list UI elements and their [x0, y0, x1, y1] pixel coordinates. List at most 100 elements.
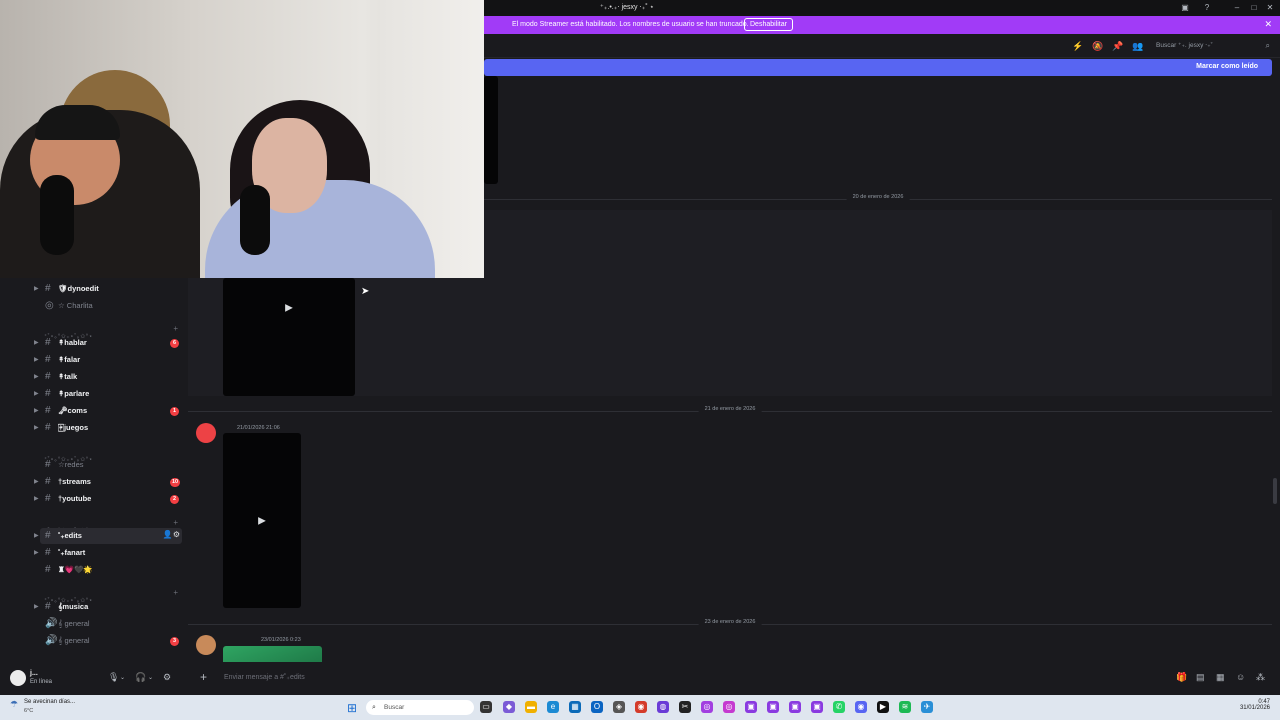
maximize-button[interactable]: □: [1248, 2, 1260, 14]
channel-falar[interactable]: ▶ # ↟falar: [0, 352, 188, 368]
app-icon[interactable]: ◈: [613, 701, 625, 713]
channel-redes[interactable]: # ☆redes: [0, 457, 188, 473]
video-attachment[interactable]: [484, 76, 498, 184]
avatar[interactable]: [196, 423, 216, 443]
text-channel-icon: #: [45, 337, 51, 348]
channel-fanart[interactable]: ▶ # ˚₊fanart: [0, 545, 188, 561]
add-channel-icon[interactable]: +: [173, 518, 178, 527]
copilot-icon[interactable]: ◆: [503, 701, 515, 713]
start-button-icon[interactable]: ⊞: [347, 701, 357, 715]
edge-icon[interactable]: e: [547, 701, 559, 713]
app-icon[interactable]: ◎: [701, 701, 713, 713]
threads-icon[interactable]: ⚡: [1072, 40, 1084, 52]
obs-icon[interactable]: ▣: [811, 701, 823, 713]
channel-talk[interactable]: ▶ # ↟talk: [0, 369, 188, 385]
system-clock[interactable]: 0:47 31/01/2026: [1240, 699, 1270, 711]
message-composer: + Enviar mensaje a #˚₊edits 🎁 ▤ ▦ ☺ ⁂: [188, 662, 1280, 695]
app-icon[interactable]: ◍: [657, 701, 669, 713]
collapse-arrow-icon: ▶: [34, 550, 39, 556]
microphone-icon[interactable]: 🎙: [108, 672, 119, 683]
channel-dynoedit[interactable]: ▶ # 🛡︎dynoedit: [0, 281, 188, 297]
member-list-icon[interactable]: 👥: [1132, 40, 1144, 52]
channel-name: ♜💗🖤🌟: [58, 565, 93, 574]
notification-bell-icon[interactable]: 🔕: [1092, 40, 1104, 52]
inbox-icon[interactable]: ▣: [1179, 2, 1191, 14]
obs-icon[interactable]: ▣: [767, 701, 779, 713]
taskbar-search-input[interactable]: ⌕ Buscar: [366, 700, 474, 715]
channel-edits[interactable]: # ˚₊edits 👤⚙: [40, 528, 182, 544]
voice-channel-general-2[interactable]: 🔊 𝄞 general 3: [0, 633, 188, 649]
minimize-button[interactable]: –: [1231, 2, 1243, 14]
channel-name: 🀄︎juegos: [58, 423, 89, 432]
search-input[interactable]: Buscar ⁺₊. jesxy ‧₊˚ ⌕: [1152, 39, 1272, 53]
text-channel-icon: #: [45, 405, 51, 416]
play-icon[interactable]: ▶: [285, 303, 293, 314]
channel-name: ☆ Charlita: [58, 301, 93, 310]
obs-icon[interactable]: ▣: [745, 701, 757, 713]
channel-juegos[interactable]: ▶ # 🀄︎juegos: [0, 420, 188, 436]
avatar[interactable]: [10, 670, 26, 686]
store-icon[interactable]: ▦: [569, 701, 581, 713]
add-attachment-icon[interactable]: +: [200, 670, 207, 684]
text-channel-icon: #: [45, 459, 51, 470]
message-input[interactable]: Enviar mensaje a #˚₊edits: [224, 673, 305, 681]
emoji-icon[interactable]: ☺: [1236, 672, 1245, 682]
discord-icon[interactable]: ◉: [855, 701, 867, 713]
task-view-icon[interactable]: ▭: [480, 701, 492, 713]
channel-coms[interactable]: ▶ # 🗝︎coms 1: [0, 403, 188, 419]
whatsapp-icon[interactable]: ✆: [833, 701, 845, 713]
mark-as-read-button[interactable]: Marcar como leído: [1196, 63, 1258, 70]
new-messages-bar[interactable]: Marcar como leído: [484, 59, 1272, 76]
headphones-icon[interactable]: 🎧: [135, 672, 146, 683]
pin-icon[interactable]: 📌: [1112, 40, 1124, 52]
media-player-icon[interactable]: ▶: [877, 701, 889, 713]
channel-musica[interactable]: ▶ # 𝄞musica: [0, 599, 188, 615]
obs-icon[interactable]: ▣: [789, 701, 801, 713]
channel-streams[interactable]: ▶ # †streams 10: [0, 474, 188, 490]
weather-temperature: 6°C: [24, 708, 34, 714]
video-attachment[interactable]: ▶: [223, 433, 301, 608]
weather-title: Se avecinan días...: [24, 699, 76, 705]
apps-icon[interactable]: ⁂: [1256, 672, 1265, 683]
collapse-arrow-icon: ▶: [34, 340, 39, 346]
voice-channel-general[interactable]: 🔊 𝄞 general: [0, 616, 188, 632]
close-banner-icon[interactable]: ✕: [1264, 19, 1272, 30]
disable-streamer-button[interactable]: Deshabilitar: [744, 18, 793, 31]
channel-emoji[interactable]: # ♜💗🖤🌟: [0, 562, 188, 578]
play-icon[interactable]: ▶: [258, 515, 266, 526]
channel-name: 🗝︎coms: [58, 406, 88, 415]
gift-icon[interactable]: 🎁: [1176, 672, 1187, 683]
channel-settings-icons[interactable]: 👤⚙: [163, 530, 180, 539]
speaker-icon: 🔊: [45, 635, 58, 646]
chat-scrollbar[interactable]: [1273, 478, 1277, 504]
video-attachment[interactable]: ▶: [223, 278, 355, 396]
chevron-down-icon[interactable]: ⌄: [148, 674, 153, 681]
avatar[interactable]: [196, 635, 216, 655]
help-icon[interactable]: ?: [1201, 2, 1213, 14]
add-channel-icon[interactable]: +: [173, 324, 178, 333]
outlook-icon[interactable]: O: [591, 701, 603, 713]
date-divider: 23 de enero de 2026: [188, 619, 1272, 629]
app-icon[interactable]: ◎: [723, 701, 735, 713]
voice-channel-charlita[interactable]: ◎ ☆ Charlita: [0, 298, 188, 314]
channel-name: ˚₊edits: [58, 531, 82, 540]
channel-parlare[interactable]: ▶ # ↟parlare: [0, 386, 188, 402]
close-window-button[interactable]: ✕: [1264, 2, 1276, 14]
sticker-icon[interactable]: ▦: [1216, 672, 1225, 683]
file-explorer-icon[interactable]: ▬: [525, 701, 537, 713]
spotify-icon[interactable]: ≋: [899, 701, 911, 713]
collapse-arrow-icon: ▶: [34, 408, 39, 414]
add-channel-icon[interactable]: +: [173, 588, 178, 597]
channel-youtube[interactable]: ▶ # †youtube 2: [0, 491, 188, 507]
text-channel-icon: #: [45, 476, 51, 487]
chrome-icon[interactable]: ◉: [635, 701, 647, 713]
gif-icon[interactable]: ▤: [1196, 672, 1205, 683]
chevron-down-icon[interactable]: ⌄: [120, 674, 125, 681]
capcut-icon[interactable]: ✂: [679, 701, 691, 713]
image-attachment[interactable]: [223, 646, 322, 662]
collapse-arrow-icon: ▶: [34, 357, 39, 363]
weather-icon[interactable]: ☂: [10, 699, 18, 710]
app-icon[interactable]: ✈: [921, 701, 933, 713]
channel-hablar[interactable]: ▶ # ↟hablar 6: [0, 335, 188, 351]
gear-icon[interactable]: ⚙: [163, 672, 171, 683]
